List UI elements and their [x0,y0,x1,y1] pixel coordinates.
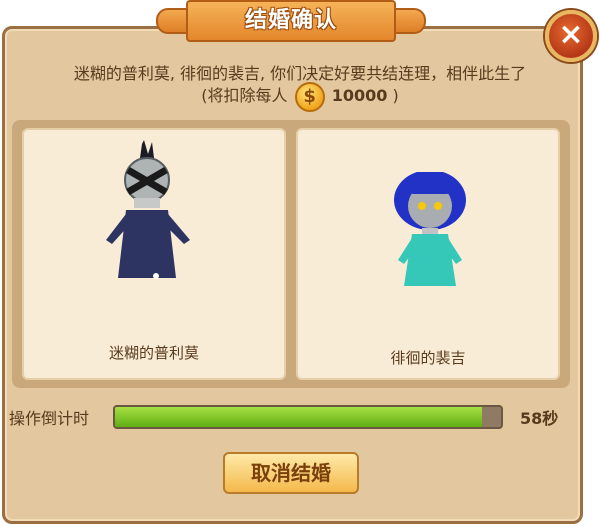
cost-line: (将扣除每人 $ 10000 ) [150,78,450,114]
countdown-value: 58秒 [520,409,559,428]
cost-prefix: (将扣除每人 [201,86,288,105]
dialog-title: 结婚确认 [244,8,337,33]
character-figure-right [394,172,466,286]
countdown-label: 操作倒计时 [9,409,90,428]
cost-suffix: ) [392,86,399,105]
close-button[interactable]: × [545,10,597,62]
cost-amount: 10000 [331,86,388,105]
countdown-progress-bar [113,405,503,429]
character-card-right: 徘徊的裴吉 [296,128,560,380]
countdown-progress-fill [115,407,482,427]
title-banner: 结婚确认 [186,0,396,42]
gold-coin-icon: $ [294,81,325,112]
character-card-left: 迷糊的普利莫 [22,128,286,380]
character-figure-left [106,140,190,279]
close-icon: × [558,17,584,52]
cancel-marriage-button[interactable]: 取消结婚 [223,452,359,494]
character-cards: 迷糊的普利莫 徘徊的裴吉 [12,120,570,388]
character-name-right: 徘徊的裴吉 [390,349,466,367]
character-name-left: 迷糊的普利莫 [108,344,199,362]
